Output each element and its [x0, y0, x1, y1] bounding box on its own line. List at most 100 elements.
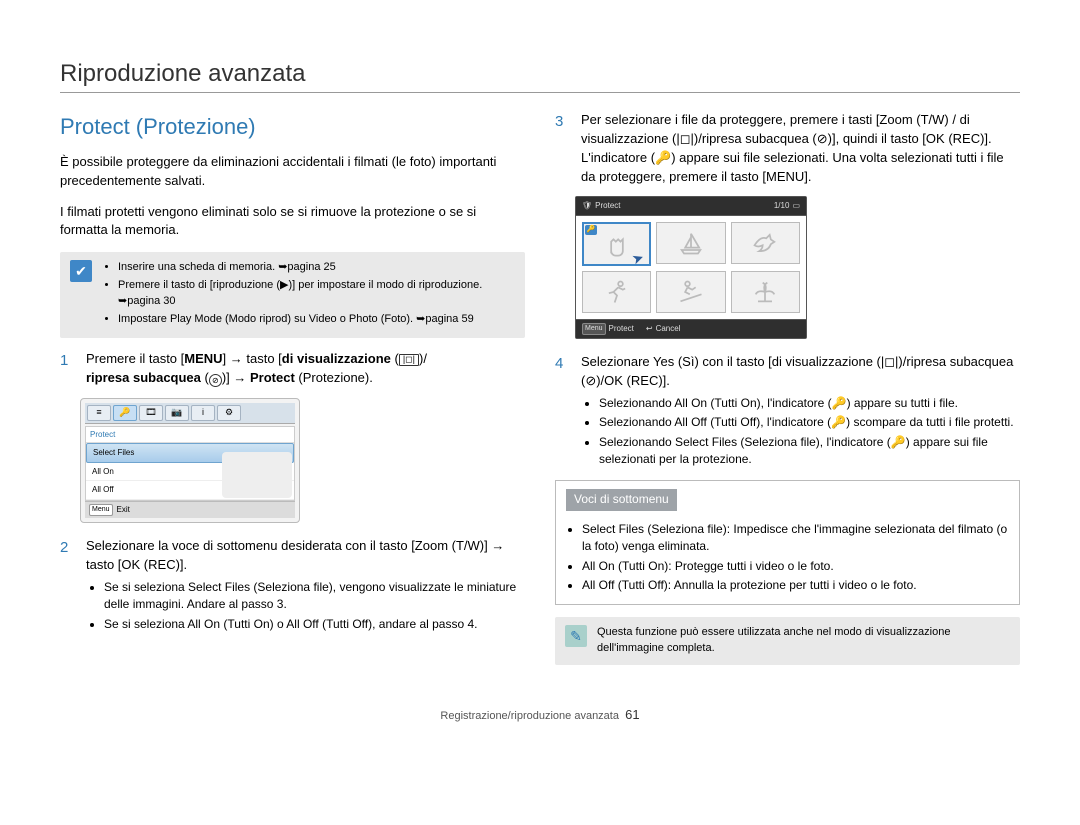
thumbnail-selected: 🔑 ➤ [582, 222, 651, 266]
prerequisite-note: ✔ Inserire una scheda di memoria. ➥pagin… [60, 252, 525, 338]
underwater-icon: ⊘ [209, 374, 222, 387]
menu-list: Protect Select Files All On All Off [85, 426, 295, 501]
prereq-item: Impostare Play Mode (Modo riprod) su Vid… [118, 312, 515, 328]
prerequisite-list: Inserire una scheda di memoria. ➥pagina … [102, 260, 515, 330]
placeholder-bird-icon [751, 229, 779, 257]
list-item: All On (Tutti On): Protegge tutti i vide… [582, 558, 1009, 575]
menu-label: MENU [184, 351, 222, 366]
shield-icon: 🛡 [582, 200, 592, 212]
checkmark-icon: ✔ [70, 260, 92, 282]
step-text: Premere il tasto [ [86, 351, 184, 366]
placeholder-palm-icon [751, 278, 779, 306]
menu-icon: Menu [582, 323, 606, 335]
step-number: 2 [60, 537, 76, 635]
intro-paragraph-2: I filmati protetti vengono eliminati sol… [60, 203, 525, 241]
step-body: Selezionare Yes (Sì) con il tasto [di vi… [581, 353, 1020, 470]
step-text: ( [201, 370, 209, 385]
step-text: Selezionare Yes (Sì) con il tasto [di vi… [581, 354, 1013, 388]
placeholder-skier-icon [677, 278, 705, 306]
thumbnail [656, 271, 725, 313]
step-1: 1 Premere il tasto [MENU] → tasto [di vi… [60, 350, 525, 388]
card-icon: ▭ [792, 200, 800, 212]
protect-label: Protect [609, 323, 634, 335]
list-item: Select Files (Seleziona file): Impedisce… [582, 521, 1009, 556]
thumbnail [731, 222, 800, 264]
intro-paragraph-1: È possibile proteggere da eliminazioni a… [60, 153, 525, 191]
submenu-list: Select Files (Seleziona file): Impedisce… [566, 521, 1009, 595]
device-menu-screenshot: ≡ 🔑 🎞 📷 i ⚙ Protect Select Files All On … [80, 398, 300, 524]
step-3: 3 Per selezionare i file da proteggere, … [555, 111, 1020, 186]
submenu-box: Voci di sottomenu Select Files (Selezion… [555, 480, 1020, 605]
prereq-item: Premere il tasto di [riproduzione (▶)] p… [118, 278, 515, 310]
tab-icon: ⚙ [217, 405, 241, 421]
protect-label: Protect [250, 370, 295, 385]
prereq-item: Inserire una scheda di memoria. ➥pagina … [118, 260, 515, 276]
placeholder-hand-icon [603, 230, 631, 258]
tab-icon: 🎞 [139, 405, 163, 421]
manual-page: Riproduzione avanzata Protect (Protezion… [0, 0, 1080, 742]
grid-bottombar: Menu Protect ↩ Cancel [576, 319, 806, 338]
tip-text: Questa funzione può essere utilizzata an… [597, 625, 1010, 657]
menu-header: Protect [86, 427, 294, 444]
page-footer: Registrazione/riproduzione avanzata 61 [60, 707, 1020, 722]
tab-icon: i [191, 405, 215, 421]
display-icon: |◻| [399, 354, 419, 366]
left-column: Protect (Protezione) È possibile protegg… [60, 111, 525, 677]
page-number: 61 [625, 707, 639, 722]
step-2: 2 Selezionare la voce di sottomenu desid… [60, 537, 525, 635]
cancel-label: Cancel [656, 323, 681, 335]
thumbnail-grid: 🔑 ➤ [576, 216, 806, 319]
step-bullets: Selezionando All On (Tutti On), l'indica… [581, 395, 1020, 469]
step-body: Premere il tasto [MENU] → tasto [di visu… [86, 350, 525, 388]
info-icon: ✎ [565, 625, 587, 647]
thumbnail [582, 271, 651, 313]
two-column-layout: Protect (Protezione) È possibile protegg… [60, 111, 1020, 677]
menu-button-label: Menu [89, 504, 113, 516]
grid-titlebar: 🛡 Protect 1/10 ▭ [576, 197, 806, 216]
placeholder-sailboat-icon [677, 229, 705, 257]
step-text: Selezionare la voce di sottomenu desider… [86, 538, 504, 572]
step-text: ( [391, 351, 399, 366]
step-4: 4 Selezionare Yes (Sì) con il tasto [di … [555, 353, 1020, 470]
step-body: Selezionare la voce di sottomenu desider… [86, 537, 525, 635]
page-counter: 1/10 [774, 200, 790, 212]
step-text: Per selezionare i file da proteggere, pr… [581, 112, 1004, 184]
step-text: ] → tasto [ [223, 351, 282, 366]
step-bullets: Se si seleziona Select Files (Seleziona … [86, 579, 525, 633]
step-number: 4 [555, 353, 571, 470]
back-icon: ↩ [646, 323, 653, 335]
section-title: Protect (Protezione) [60, 111, 525, 143]
exit-label: Exit [117, 504, 130, 516]
underwater-label: ripresa subacquea [86, 370, 201, 385]
tip-note: ✎ Questa funzione può essere utilizzata … [555, 617, 1020, 665]
display-label: di visualizzazione [282, 351, 391, 366]
thumbnail [731, 271, 800, 313]
footer-text: Registrazione/riproduzione avanzata [440, 710, 619, 722]
page-title: Riproduzione avanzata [60, 60, 1020, 93]
tab-protect-icon: 🔑 [113, 405, 137, 421]
list-item: Se si seleziona Select Files (Seleziona … [104, 579, 525, 614]
protect-button: Menu Protect [582, 323, 634, 335]
menu-footer: Menu Exit [85, 501, 295, 518]
protect-key-icon: 🔑 [585, 225, 597, 235]
step-number: 1 [60, 350, 76, 388]
ghost-thumbnail [222, 452, 292, 498]
list-item: All Off (Tutti Off): Annulla la protezio… [582, 577, 1009, 594]
step-text: )] → [222, 370, 250, 385]
cursor-icon: ➤ [628, 246, 646, 269]
placeholder-runner-icon [603, 278, 631, 306]
step-body: Per selezionare i file da proteggere, pr… [581, 111, 1020, 186]
cancel-button: ↩ Cancel [646, 323, 681, 335]
device-grid-screenshot: 🛡 Protect 1/10 ▭ 🔑 ➤ [575, 196, 807, 339]
tab-icon: ≡ [87, 405, 111, 421]
right-column: 3 Per selezionare i file da proteggere, … [555, 111, 1020, 677]
menu-tabs: ≡ 🔑 🎞 📷 i ⚙ [85, 403, 295, 424]
grid-title: Protect [595, 200, 620, 212]
list-item: Selezionando All On (Tutti On), l'indica… [599, 395, 1020, 412]
list-item: Se si seleziona All On (Tutti On) o All … [104, 616, 525, 633]
step-number: 3 [555, 111, 571, 186]
submenu-box-title: Voci di sottomenu [566, 489, 677, 510]
thumbnail [656, 222, 725, 264]
tab-icon: 📷 [165, 405, 189, 421]
list-item: Selezionando Select Files (Seleziona fil… [599, 434, 1020, 469]
